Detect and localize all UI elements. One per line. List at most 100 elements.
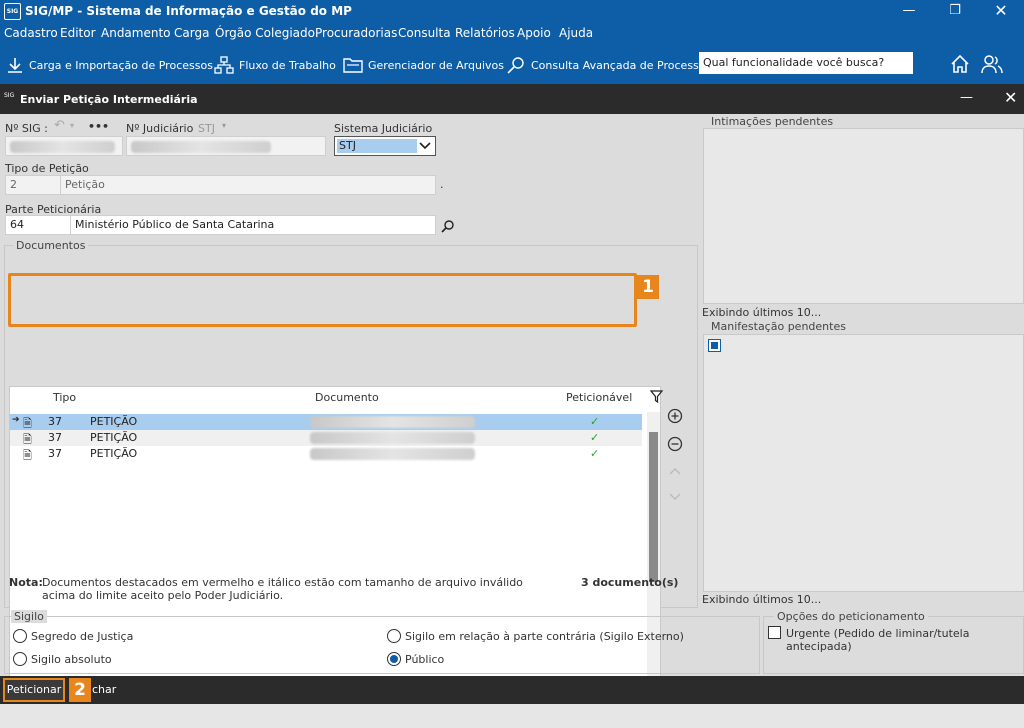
toolbar: Carga e Importação de Processos Fluxo de… — [0, 44, 1024, 84]
col-tipo-header[interactable]: Tipo — [53, 391, 76, 404]
publico-radio[interactable] — [387, 652, 401, 666]
row-tipo: PETIÇÃO — [90, 447, 138, 460]
parte-peticionaria-field[interactable]: Ministério Público de Santa Catarina — [70, 215, 436, 235]
move-down-icon[interactable] — [669, 492, 681, 502]
search-icon[interactable] — [441, 219, 455, 233]
highlight-box — [8, 273, 637, 327]
grid-scrollbar-thumb[interactable] — [649, 432, 658, 582]
col-peticionavel-header[interactable]: Peticionável — [566, 391, 632, 404]
sigilo-externo-radio[interactable] — [387, 629, 401, 643]
consulta-avancada-button[interactable]: Consulta Avançada de Processos — [506, 55, 711, 75]
tipo-peticao-label: Tipo de Petição — [5, 162, 89, 175]
menu-andamento[interactable]: Andamento — [101, 26, 171, 40]
gerenciador-arquivos-label: Gerenciador de Arquivos — [368, 58, 504, 72]
note-text-2: acima do limite aceito pelo Poder Judici… — [42, 589, 284, 602]
manifestacao-list[interactable] — [703, 334, 1024, 592]
sigilo-absoluto-label[interactable]: Sigilo absoluto — [31, 653, 112, 666]
sistema-judiciario-label: Sistema Judiciário — [334, 122, 433, 135]
menu-consulta[interactable]: Consulta — [398, 26, 451, 40]
restore-icon[interactable]: ❐ — [932, 0, 978, 24]
urgente-label[interactable]: Urgente (Pedido de liminar/tutela anteci… — [786, 627, 1023, 653]
fechar-button[interactable]: char — [92, 683, 116, 696]
row-code: 37 — [48, 447, 62, 460]
segredo-justica-radio[interactable] — [13, 629, 27, 643]
bottom-bar: Peticionar 2 char — [0, 676, 1024, 704]
remove-document-icon[interactable] — [667, 436, 683, 452]
n-judiciario-field[interactable] — [126, 136, 326, 156]
tipo-peticao-code[interactable]: 2 — [5, 175, 61, 195]
right-panel: Intimações pendentes Exibindo últimos 10… — [702, 114, 1024, 608]
search-input[interactable]: Qual funcionalidade você busca? — [699, 52, 913, 74]
title-bar: SIG SIG/MP - Sistema de Informação e Ges… — [0, 0, 1024, 24]
menu-procuradorias[interactable]: Procuradorias — [315, 26, 397, 40]
move-up-icon[interactable] — [669, 466, 681, 476]
intimacoes-title: Intimações pendentes — [708, 115, 837, 128]
intimacoes-footer: Exibindo últimos 10... — [702, 306, 822, 319]
manifestacao-footer: Exibindo últimos 10... — [702, 593, 822, 606]
carga-importacao-button[interactable]: Carga e Importação de Processos — [6, 55, 213, 75]
n-sig-label: Nº SIG : — [5, 122, 48, 135]
download-icon — [8, 58, 22, 73]
menu-carga[interactable]: Carga — [174, 26, 209, 40]
menu-ajuda[interactable]: Ajuda — [559, 26, 593, 40]
dialog-minimize-icon[interactable]: — — [960, 90, 973, 105]
n-judiciario-value: STJ — [198, 122, 215, 135]
callout-2: 2 — [69, 678, 91, 702]
menu-bar: Cadastro Editor Andamento Carga Órgão Co… — [0, 24, 1024, 44]
menu-cadastro[interactable]: Cadastro — [4, 26, 58, 40]
gerenciador-arquivos-button[interactable]: Gerenciador de Arquivos — [343, 55, 504, 75]
segredo-justica-label[interactable]: Segredo de Justiça — [31, 630, 133, 643]
more-options-button[interactable]: ••• — [88, 120, 109, 133]
callout-1: 1 — [637, 275, 659, 299]
n-judiciario-label: Nº Judiciário — [126, 122, 194, 135]
menu-orgao-colegiado[interactable]: Órgão Colegiado — [215, 26, 315, 40]
manifestacao-checkbox[interactable] — [708, 339, 721, 352]
current-row-arrow-icon: ➔ — [12, 415, 20, 425]
dialog-header: SIG Enviar Petição Intermediária — ✕ — [0, 84, 1024, 114]
dialog-logo-icon: SIG — [4, 92, 15, 99]
undo-icon[interactable]: ↶ — [54, 118, 65, 133]
sigilo-absoluto-radio[interactable] — [13, 652, 27, 666]
sigilo-group: Sigilo Segredo de Justiça Sigilo absolut… — [4, 610, 760, 674]
folder-icon — [343, 58, 363, 73]
filter-icon[interactable] — [650, 390, 663, 403]
tipo-peticao-field[interactable]: Petição — [60, 175, 436, 195]
peticionar-button[interactable]: Peticionar — [3, 678, 65, 702]
opcoes-group: Opções do peticionamento Urgente (Pedido… — [763, 610, 1024, 674]
users-icon[interactable] — [980, 53, 1004, 75]
menu-relatorios[interactable]: Relatórios — [455, 26, 515, 40]
add-document-icon[interactable] — [667, 408, 683, 424]
sistema-judiciario-value: STJ — [337, 139, 417, 153]
minimize-icon[interactable]: — — [886, 0, 932, 24]
app-logo: SIG — [4, 3, 21, 20]
home-icon[interactable] — [949, 53, 971, 75]
row-tipo: PETIÇÃO — [90, 415, 138, 428]
menu-editor[interactable]: Editor — [60, 26, 96, 40]
intimacoes-list[interactable] — [703, 128, 1024, 304]
col-documento-header[interactable]: Documento — [315, 391, 379, 404]
note-label: Nota: — [9, 576, 43, 589]
table-row[interactable]: 🗎 37 PETIÇÃO ✓ — [10, 430, 642, 446]
judiciario-chevron-icon[interactable]: ▾ — [222, 121, 226, 130]
urgente-checkbox[interactable] — [768, 626, 781, 639]
window-title: SIG/MP - Sistema de Informação e Gestão … — [25, 4, 352, 18]
sigilo-externo-label[interactable]: Sigilo em relação à parte contrária (Sig… — [405, 630, 684, 643]
close-window-icon[interactable]: ✕ — [978, 0, 1024, 24]
sistema-judiciario-select[interactable]: STJ — [334, 136, 436, 156]
fluxo-trabalho-button[interactable]: Fluxo de Trabalho — [214, 55, 336, 75]
documents-group-title: Documentos — [13, 239, 89, 252]
menu-apoio[interactable]: Apoio — [517, 26, 551, 40]
dialog-close-icon[interactable]: ✕ — [1004, 88, 1017, 107]
dialog-body: Nº SIG : ↶ ▾ ••• Nº Judiciário STJ ▾ Sis… — [0, 114, 1024, 700]
publico-label[interactable]: Público — [405, 653, 444, 666]
document-count: 3 documento(s) — [581, 576, 679, 589]
table-row[interactable]: 🗎 37 PETIÇÃO ✓ — [10, 446, 642, 462]
n-sig-field[interactable] — [5, 136, 123, 156]
chevron-down-icon[interactable]: ▾ — [70, 121, 74, 130]
manifestacao-title: Manifestação pendentes — [708, 320, 849, 333]
sigilo-title: Sigilo — [11, 610, 47, 623]
check-icon: ✓ — [590, 447, 600, 460]
consulta-avancada-label: Consulta Avançada de Processos — [531, 58, 712, 72]
parte-peticionaria-code[interactable]: 64 — [5, 215, 71, 235]
table-row[interactable]: ➔ 🗎 37 PETIÇÃO ✓ — [10, 414, 642, 430]
